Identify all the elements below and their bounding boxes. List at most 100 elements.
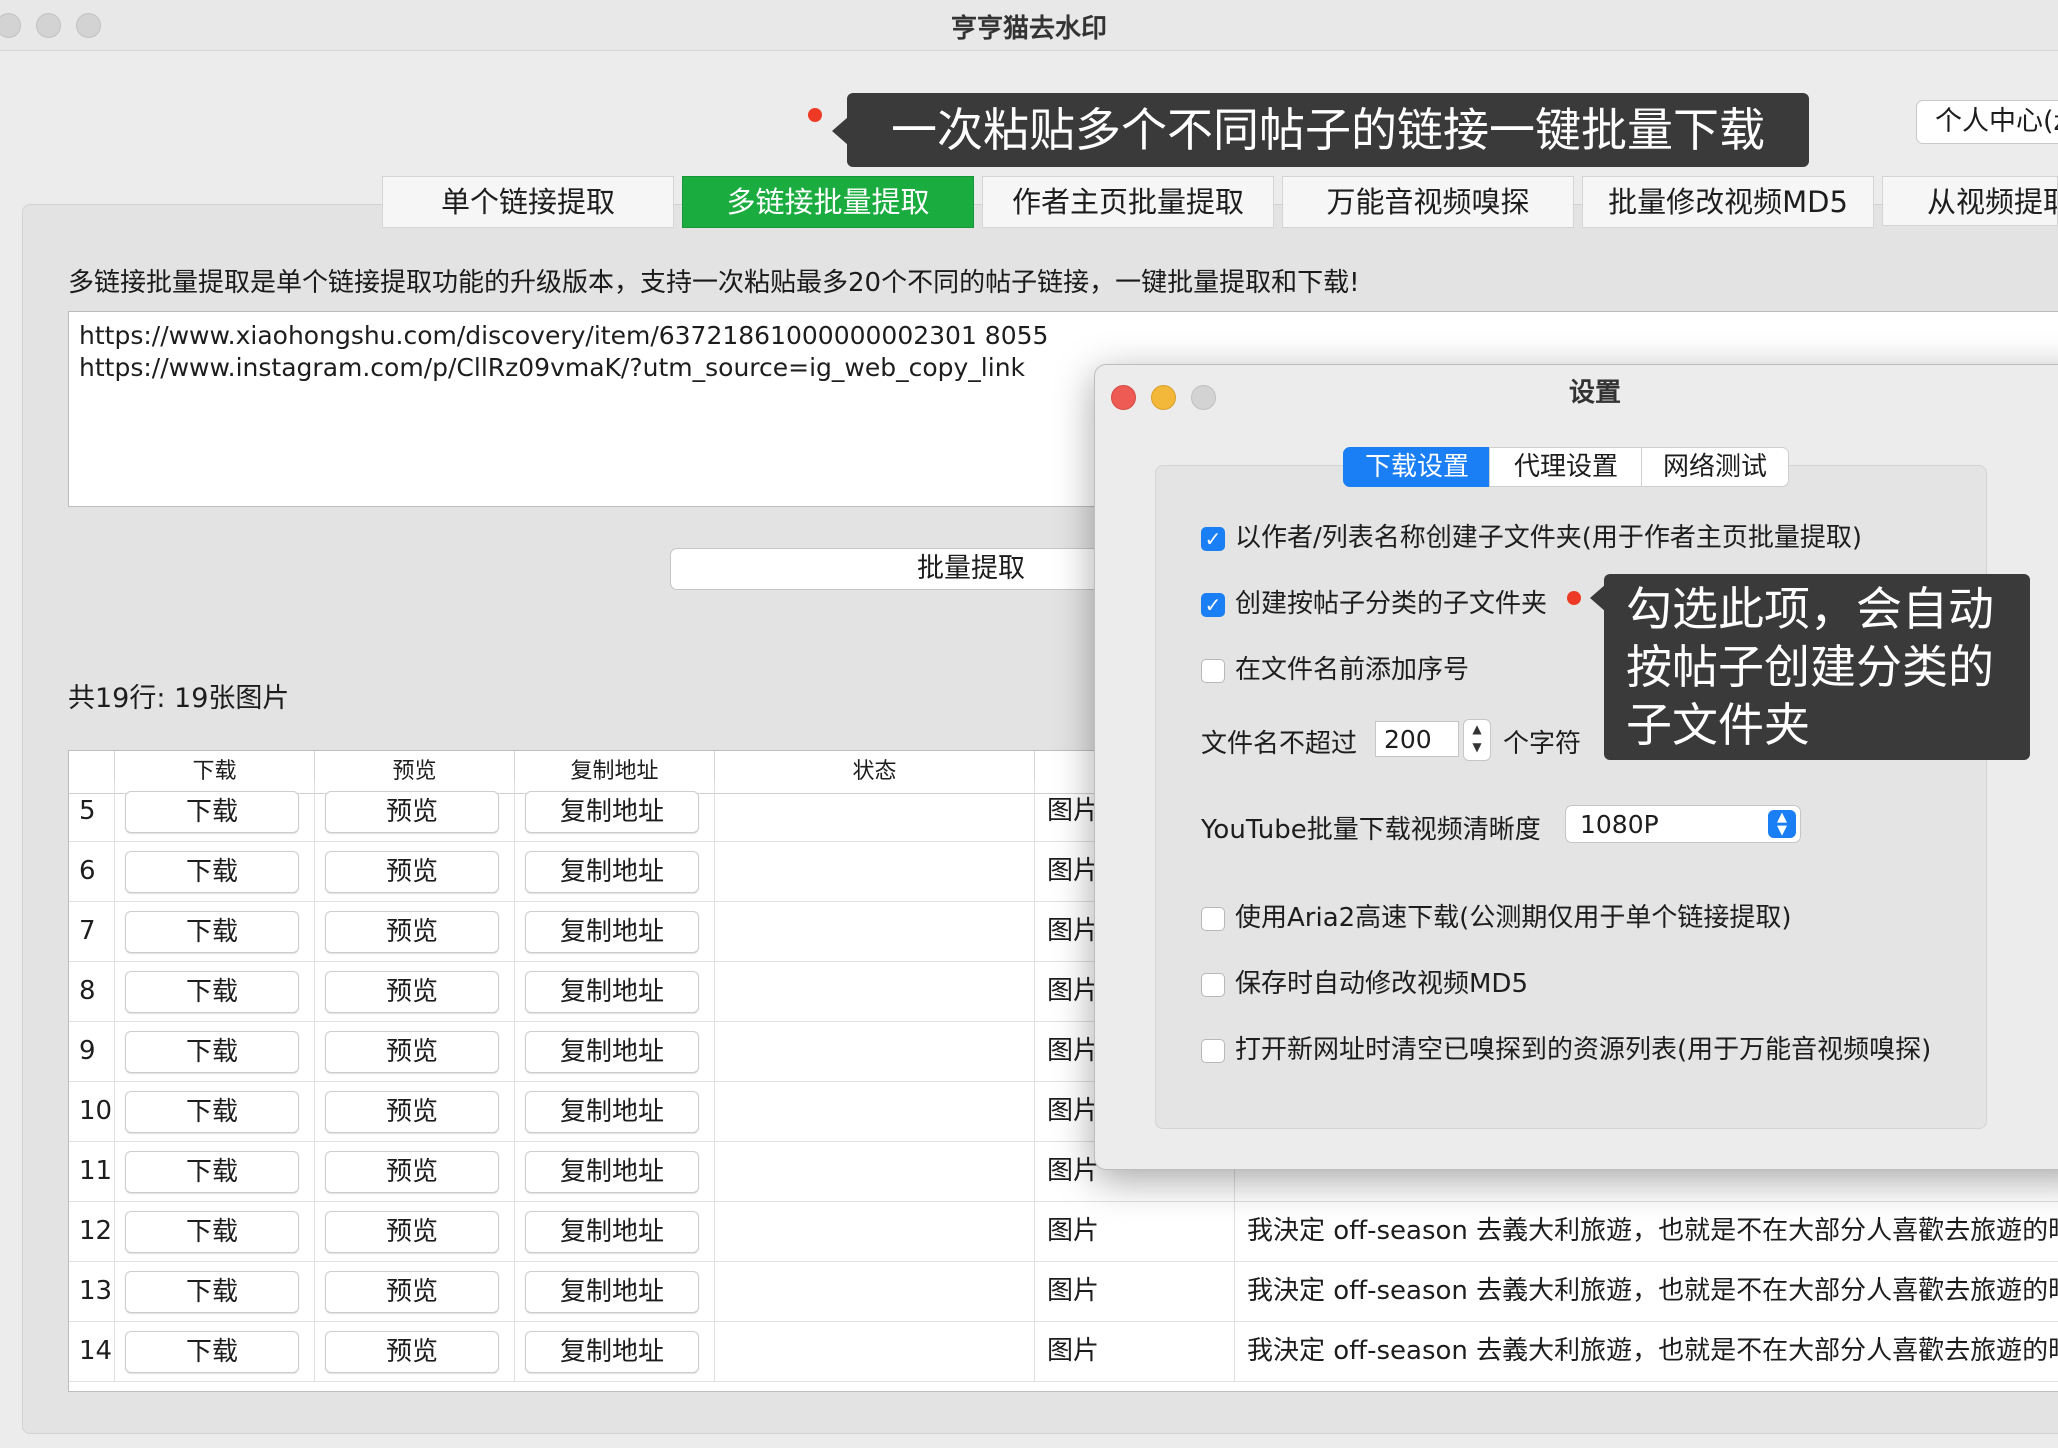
download-button[interactable]: 下载 xyxy=(125,1331,299,1373)
tab-media-sniff[interactable]: 万能音视频嗅探 xyxy=(1282,176,1574,228)
preview-button[interactable]: 预览 xyxy=(325,851,499,893)
table-row[interactable]: 14 下载 预览 复制地址 图片 我決定 off-season 去義大利旅遊，也就是不在大… xyxy=(69,1321,2058,1382)
preview-button[interactable]: 预览 xyxy=(325,971,499,1013)
row-index: 13 xyxy=(69,1261,115,1321)
checkbox-unchecked-icon[interactable] xyxy=(1201,1038,1225,1063)
stepper-down-icon[interactable]: ▼ xyxy=(1464,738,1490,756)
filename-length-stepper[interactable]: ▲ ▼ xyxy=(1463,719,1491,761)
status-cell xyxy=(715,961,1035,1021)
row-index: 6 xyxy=(69,841,115,901)
type-cell: 图片 xyxy=(1035,1201,1235,1261)
download-button[interactable]: 下载 xyxy=(125,1091,299,1133)
option-author-subfolder[interactable]: 以作者/列表名称创建子文件夹(用于作者主页批量提取) xyxy=(1201,517,1862,554)
preview-cell: 预览 xyxy=(315,841,515,901)
window-title: 亨亨猫去水印 xyxy=(950,14,1107,44)
tab-proxy-settings[interactable]: 代理设置 xyxy=(1489,447,1643,487)
preview-button[interactable]: 预览 xyxy=(325,791,499,833)
annotation-line: 勾选此项，会自动 xyxy=(1626,582,1994,636)
preview-cell: 预览 xyxy=(315,1321,515,1381)
option-auto-md5[interactable]: 保存时自动修改视频MD5 xyxy=(1201,963,1528,1000)
option-label: 打开新网址时清空已嗅探到的资源列表(用于万能音视频嗅探) xyxy=(1235,1035,1932,1065)
title-cell: 我決定 off-season 去義大利旅遊，也就是不在大部分人喜歡去旅遊的時 xyxy=(1247,1216,2058,1246)
download-button[interactable]: 下载 xyxy=(125,1271,299,1313)
profile-button[interactable]: 个人中心(z xyxy=(1916,100,2058,144)
copy-address-button[interactable]: 复制地址 xyxy=(525,911,699,953)
preview-cell: 预览 xyxy=(315,901,515,961)
download-button[interactable]: 下载 xyxy=(125,971,299,1013)
option-label: 以作者/列表名称创建子文件夹(用于作者主页批量提取) xyxy=(1235,523,1863,553)
copy-address-button[interactable]: 复制地址 xyxy=(525,1211,699,1253)
copy-address-button[interactable]: 复制地址 xyxy=(525,791,699,833)
table-row[interactable]: 13 下载 预览 复制地址 图片 我決定 off-season 去義大利旅遊，也就是不在大… xyxy=(69,1261,2058,1322)
row-index: 7 xyxy=(69,901,115,961)
preview-button[interactable]: 预览 xyxy=(325,1271,499,1313)
checkbox-checked-icon[interactable] xyxy=(1201,526,1225,551)
download-button[interactable]: 下载 xyxy=(125,1031,299,1073)
status-cell xyxy=(715,1261,1035,1321)
preview-button[interactable]: 预览 xyxy=(325,1091,499,1133)
youtube-quality-select[interactable]: 1080P ▲ ▼ xyxy=(1565,805,1801,843)
copy-address-button[interactable]: 复制地址 xyxy=(525,1331,699,1373)
status-cell xyxy=(715,1201,1035,1261)
option-aria2[interactable]: 使用Aria2高速下载(公测期仅用于单个链接提取) xyxy=(1201,897,1791,934)
copy-cell: 复制地址 xyxy=(515,1321,715,1381)
row-index: 5 xyxy=(69,781,115,841)
download-cell: 下载 xyxy=(115,1321,315,1381)
tab-network-test[interactable]: 网络测试 xyxy=(1641,447,1789,487)
preview-button[interactable]: 预览 xyxy=(325,1151,499,1193)
preview-button[interactable]: 预览 xyxy=(325,1331,499,1373)
tab-download-settings[interactable]: 下载设置 xyxy=(1343,447,1491,487)
checkbox-unchecked-icon[interactable] xyxy=(1201,972,1225,997)
row-index: 10 xyxy=(69,1081,115,1141)
table-row[interactable]: 12 下载 预览 复制地址 图片 我決定 off-season 去義大利旅遊，也就是不在大… xyxy=(69,1201,2058,1262)
result-count: 共19行: 19张图片 xyxy=(68,683,290,714)
download-button[interactable]: 下载 xyxy=(125,851,299,893)
checkbox-unchecked-icon[interactable] xyxy=(1201,658,1225,683)
download-button[interactable]: 下载 xyxy=(125,911,299,953)
option-clear-sniffed[interactable]: 打开新网址时清空已嗅探到的资源列表(用于万能音视频嗅探) xyxy=(1201,1029,1931,1066)
download-cell: 下载 xyxy=(115,1261,315,1321)
tab-extract-from-video[interactable]: 从视频提取 xyxy=(1882,176,2058,226)
download-button[interactable]: 下载 xyxy=(125,1211,299,1253)
download-cell: 下载 xyxy=(115,1021,315,1081)
annotation-pointer xyxy=(832,117,848,145)
copy-address-button[interactable]: 复制地址 xyxy=(525,971,699,1013)
preview-button[interactable]: 预览 xyxy=(325,911,499,953)
checkbox-checked-icon[interactable] xyxy=(1201,592,1225,617)
download-cell: 下载 xyxy=(115,901,315,961)
preview-button[interactable]: 预览 xyxy=(325,1031,499,1073)
download-button[interactable]: 下载 xyxy=(125,791,299,833)
filename-length-input[interactable]: 200 xyxy=(1375,721,1459,757)
stepper-up-icon[interactable]: ▲ xyxy=(1464,720,1490,738)
copy-address-button[interactable]: 复制地址 xyxy=(525,1271,699,1313)
copy-cell: 复制地址 xyxy=(515,1201,715,1261)
tab-multi-link[interactable]: 多链接批量提取 xyxy=(682,176,974,228)
copy-cell: 复制地址 xyxy=(515,841,715,901)
option-label: 使用Aria2高速下载(公测期仅用于单个链接提取) xyxy=(1235,903,1792,933)
option-add-sequence[interactable]: 在文件名前添加序号 xyxy=(1201,649,1469,686)
copy-address-button[interactable]: 复制地址 xyxy=(525,1091,699,1133)
download-button[interactable]: 下载 xyxy=(125,1151,299,1193)
copy-address-button[interactable]: 复制地址 xyxy=(525,851,699,893)
copy-address-button[interactable]: 复制地址 xyxy=(525,1031,699,1073)
annotation-line: 按帖子创建分类的 xyxy=(1626,640,1994,694)
annotation-line: 子文件夹 xyxy=(1626,698,1810,752)
filename-limit-suffix: 个字符 xyxy=(1503,729,1582,759)
youtube-quality-value: 1080P xyxy=(1580,810,1659,839)
preview-button[interactable]: 预览 xyxy=(325,1211,499,1253)
tab-single-link[interactable]: 单个链接提取 xyxy=(382,176,674,228)
checkbox-unchecked-icon[interactable] xyxy=(1201,906,1225,931)
option-post-subfolder[interactable]: 创建按帖子分类的子文件夹 xyxy=(1201,583,1547,620)
download-cell: 下载 xyxy=(115,1081,315,1141)
row-index: 14 xyxy=(69,1321,115,1381)
download-cell: 下载 xyxy=(115,1141,315,1201)
tab-author-page[interactable]: 作者主页批量提取 xyxy=(982,176,1274,228)
copy-cell: 复制地址 xyxy=(515,1141,715,1201)
copy-cell: 复制地址 xyxy=(515,1081,715,1141)
copy-cell: 复制地址 xyxy=(515,901,715,961)
title-bar: 亨亨猫去水印 xyxy=(0,0,2058,51)
copy-address-button[interactable]: 复制地址 xyxy=(525,1151,699,1193)
tab-modify-md5[interactable]: 批量修改视频MD5 xyxy=(1582,176,1874,228)
row-index: 8 xyxy=(69,961,115,1021)
copy-cell: 复制地址 xyxy=(515,1261,715,1321)
